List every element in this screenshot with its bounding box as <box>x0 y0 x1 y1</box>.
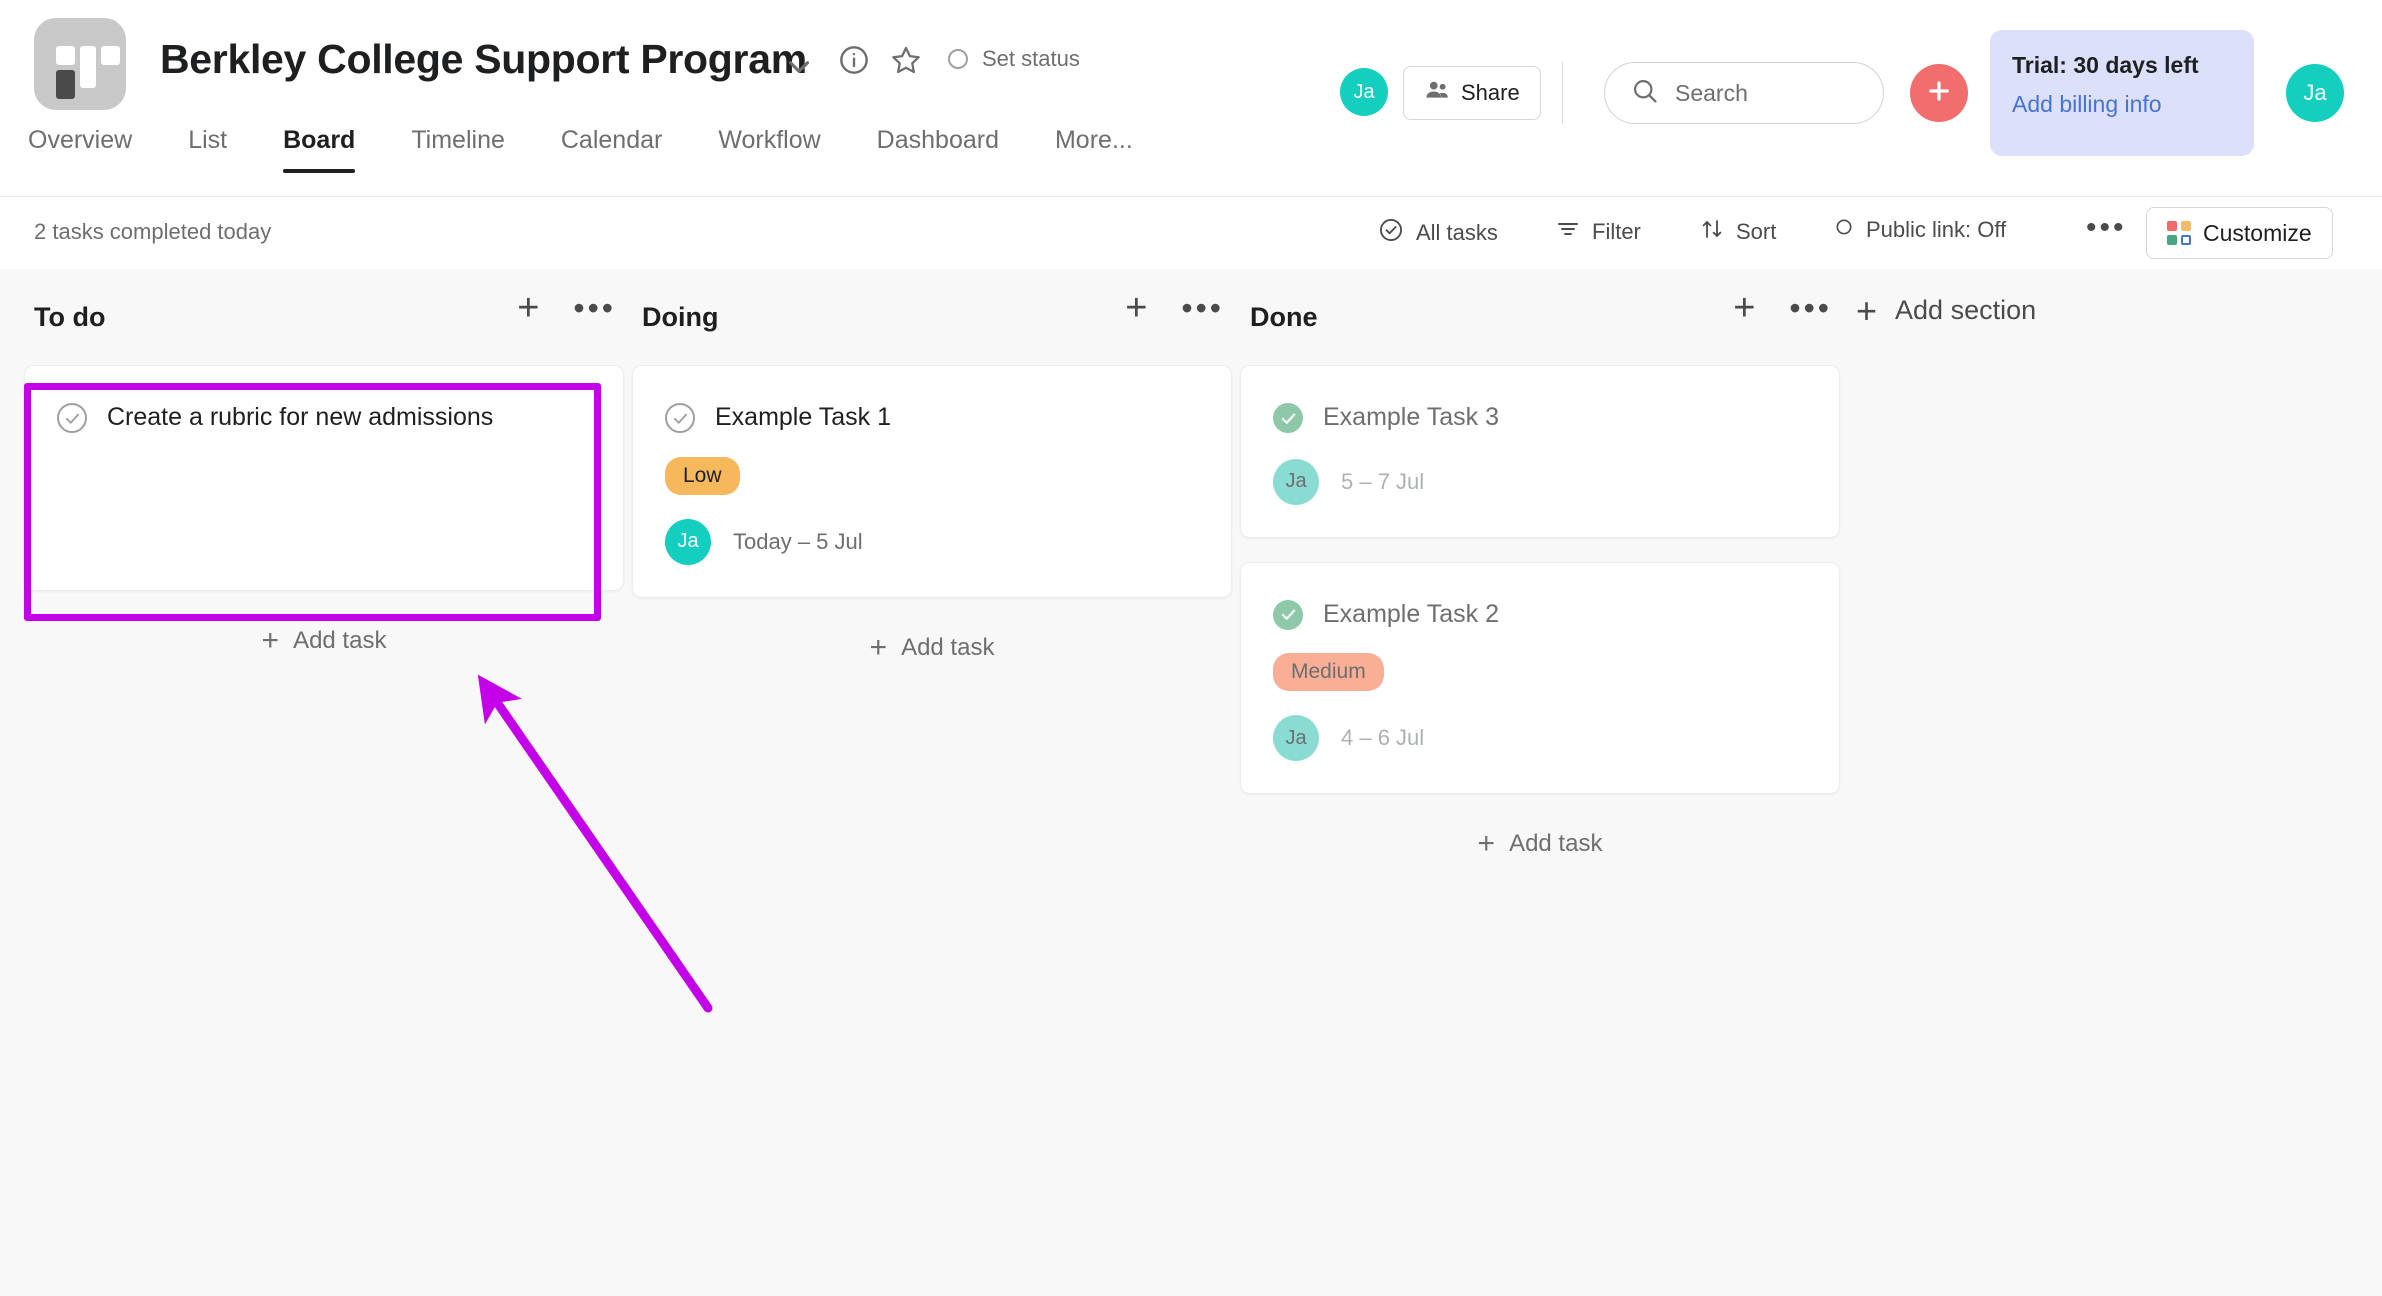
sort-icon <box>1700 217 1724 247</box>
task-title: Example Task 1 <box>715 403 892 431</box>
task-title: Example Task 3 <box>1323 403 1500 431</box>
customize-label: Customize <box>2203 219 2312 246</box>
add-task-to-column-icon[interactable]: + <box>1733 289 1755 326</box>
add-task-label: Add task <box>901 633 995 661</box>
page-title: Berkley College Support Program <box>160 36 807 82</box>
plus-icon: + <box>1477 827 1496 860</box>
create-button[interactable] <box>1910 64 1968 122</box>
check-circle-icon <box>1378 217 1404 249</box>
complete-task-icon[interactable] <box>57 403 87 433</box>
column-title: Done <box>1250 301 1318 332</box>
plus-icon: + <box>261 624 280 657</box>
sort-label: Sort <box>1736 219 1777 244</box>
column-more-icon[interactable]: ••• <box>573 292 616 325</box>
asana-board-app: Berkley College Support Program Set stat… <box>0 0 2382 1296</box>
set-status-label: Set status <box>982 46 1080 71</box>
avatar[interactable]: Ja <box>1273 458 1319 505</box>
star-icon[interactable] <box>890 44 922 76</box>
column-header: Done + ••• <box>1240 269 1840 365</box>
add-task-to-column-icon[interactable]: + <box>517 289 539 326</box>
add-task-label: Add task <box>1509 830 1603 857</box>
all-tasks-button[interactable]: All tasks <box>1378 217 1498 249</box>
complete-task-icon[interactable] <box>1273 599 1303 630</box>
public-link-label: Public link: Off <box>1866 217 2007 242</box>
tab-timeline[interactable]: Timeline <box>383 126 533 173</box>
search-icon <box>1631 77 1659 110</box>
add-section-button[interactable]: + Add section <box>1856 289 2037 331</box>
complete-task-icon[interactable] <box>1273 403 1303 433</box>
trial-title: Trial: 30 days left <box>2012 52 2199 78</box>
board-column-done: Done + ••• Example Task 3 Ja 5 – 7 Jul E… <box>1240 269 1840 870</box>
top-bar: Berkley College Support Program Set stat… <box>0 0 2382 198</box>
customize-button[interactable]: Customize <box>2146 207 2333 259</box>
people-icon <box>1424 77 1450 109</box>
filter-icon <box>1556 217 1580 247</box>
task-due-date[interactable]: 4 – 6 Jul <box>1341 725 1424 751</box>
view-tabs: Overview List Board Timeline Calendar Wo… <box>0 126 1161 173</box>
board-toolbar: 2 tasks completed today All tasks Filter… <box>0 197 2382 466</box>
filter-label: Filter <box>1592 219 1641 244</box>
add-task-button[interactable]: + Add task <box>24 615 624 667</box>
tab-board[interactable]: Board <box>255 126 383 173</box>
avatar[interactable]: Ja <box>1340 68 1388 116</box>
board-column-doing: Doing + ••• Example Task 1 Low Ja Today … <box>632 269 1232 674</box>
share-label: Share <box>1461 80 1520 105</box>
search-placeholder: Search <box>1675 79 1748 106</box>
header-divider <box>1562 62 1563 124</box>
task-due-date[interactable]: 5 – 7 Jul <box>1341 469 1424 495</box>
all-tasks-label: All tasks <box>1416 220 1498 245</box>
add-section-label: Add section <box>1895 295 2037 325</box>
add-task-to-column-icon[interactable]: + <box>1125 289 1147 326</box>
task-card[interactable]: Create a rubric for new admissions <box>24 365 624 591</box>
column-title: Doing <box>642 301 719 332</box>
task-card[interactable]: Example Task 3 Ja 5 – 7 Jul <box>1240 365 1840 538</box>
tab-dashboard[interactable]: Dashboard <box>849 126 1027 173</box>
column-header: Doing + ••• <box>632 269 1232 365</box>
task-title: Create a rubric for new admissions <box>107 403 494 431</box>
add-task-label: Add task <box>293 627 387 654</box>
tasks-completed-text: 2 tasks completed today <box>34 219 272 244</box>
public-link-button[interactable]: Public link: Off <box>1834 217 2006 243</box>
column-title: To do <box>34 301 106 332</box>
user-avatar[interactable]: Ja <box>2286 64 2344 122</box>
priority-tag[interactable]: Low <box>665 456 740 495</box>
status-circle-icon <box>948 49 968 69</box>
avatar[interactable]: Ja <box>665 518 711 565</box>
task-card[interactable]: Example Task 2 Medium Ja 4 – 6 Jul <box>1240 561 1840 794</box>
tab-list[interactable]: List <box>160 126 255 173</box>
avatar[interactable]: Ja <box>1273 715 1319 761</box>
globe-icon <box>1834 217 1854 243</box>
complete-task-icon[interactable] <box>665 403 695 433</box>
plus-icon: + <box>1856 289 1878 331</box>
share-button[interactable]: Share <box>1403 66 1541 120</box>
chevron-down-icon[interactable] <box>782 50 816 84</box>
trial-banner[interactable]: Trial: 30 days left Add billing info <box>1990 30 2254 156</box>
tab-workflow[interactable]: Workflow <box>690 126 848 173</box>
task-due-date[interactable]: Today – 5 Jul <box>733 529 863 555</box>
board-column-to-do: To do + ••• Create a rubric for new admi… <box>24 269 624 667</box>
plus-icon: + <box>869 630 888 664</box>
board-logo-icon <box>34 18 126 110</box>
task-card[interactable]: Example Task 1 Low Ja Today – 5 Jul <box>632 365 1232 598</box>
tab-overview[interactable]: Overview <box>0 126 160 173</box>
set-status-button[interactable]: Set status <box>948 46 1080 72</box>
tab-more[interactable]: More... <box>1027 126 1161 173</box>
add-task-button[interactable]: + Add task <box>1240 818 1840 870</box>
task-title: Example Task 2 <box>1323 599 1500 628</box>
priority-tag[interactable]: Medium <box>1273 653 1384 691</box>
search-input[interactable]: Search <box>1604 62 1884 124</box>
add-billing-info-link[interactable]: Add billing info <box>2012 91 2254 118</box>
column-more-icon[interactable]: ••• <box>1181 292 1224 325</box>
info-icon[interactable] <box>838 44 870 76</box>
board-canvas: To do + ••• Create a rubric for new admi… <box>0 269 2382 1296</box>
sort-button[interactable]: Sort <box>1700 217 1776 247</box>
filter-button[interactable]: Filter <box>1556 217 1641 247</box>
column-header: To do + ••• <box>24 269 624 365</box>
tab-calendar[interactable]: Calendar <box>533 126 690 173</box>
add-task-button[interactable]: + Add task <box>632 622 1232 674</box>
column-more-icon[interactable]: ••• <box>1789 292 1832 325</box>
grid-icon <box>2167 221 2191 245</box>
toolbar-more-button[interactable]: ••• <box>2086 211 2127 245</box>
